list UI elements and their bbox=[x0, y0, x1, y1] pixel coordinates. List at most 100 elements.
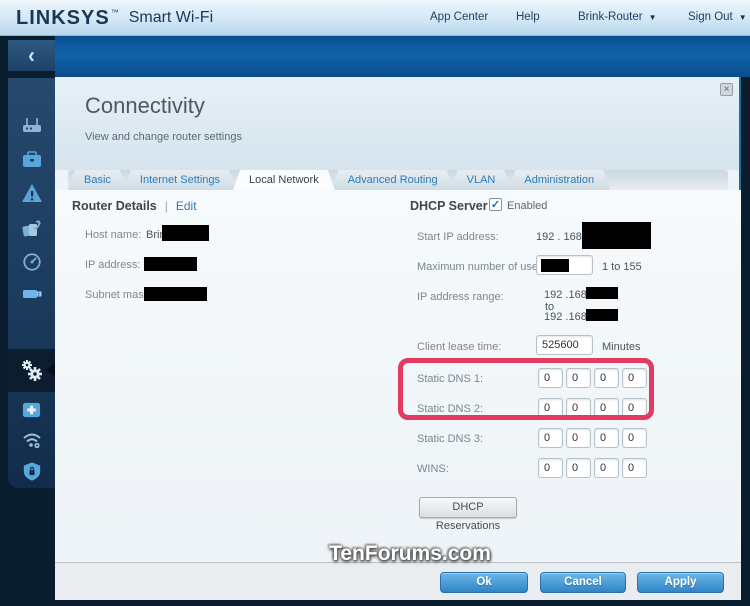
nav-sign-out[interactable]: Sign Out ▼ bbox=[688, 11, 747, 23]
static-dns-2-label: Static DNS 2: bbox=[417, 403, 484, 415]
selected-item-arrow bbox=[46, 363, 55, 377]
nav-router-menu[interactable]: Brink-Router ▼ bbox=[578, 11, 656, 23]
lease-time-label: Client lease time: bbox=[417, 341, 502, 353]
subnet-mask-label: Subnet mask: bbox=[85, 289, 153, 301]
static-dns-3-octet-2[interactable] bbox=[566, 428, 591, 448]
warning-triangle-icon bbox=[21, 184, 42, 202]
sidebar-panel bbox=[8, 78, 55, 488]
sidebar-item-network-map[interactable] bbox=[8, 110, 55, 140]
tab-vlan[interactable]: VLAN bbox=[451, 170, 512, 190]
apply-button[interactable]: Apply bbox=[637, 572, 724, 593]
briefcase-icon bbox=[22, 150, 41, 167]
ok-button[interactable]: Ok bbox=[440, 572, 528, 593]
static-dns-1-octet-3[interactable] bbox=[594, 368, 619, 388]
linksys-logo: LINKSYS ™ Smart Wi-Fi bbox=[16, 0, 213, 36]
ip-address-label: IP address: bbox=[85, 259, 141, 271]
tab-basic[interactable]: Basic bbox=[68, 170, 127, 190]
sidebar-item-troubleshooting[interactable] bbox=[8, 394, 55, 424]
router-details-heading: Router Details bbox=[72, 199, 157, 213]
static-dns-3-octet-3[interactable] bbox=[594, 428, 619, 448]
dialog-header: Connectivity View and change router sett… bbox=[55, 77, 739, 170]
dhcp-server-heading: DHCP Server bbox=[410, 199, 488, 213]
chevron-down-icon: ▼ bbox=[738, 13, 747, 22]
tab-internet-settings[interactable]: Internet Settings bbox=[124, 170, 236, 190]
static-dns-2-octet-4[interactable] bbox=[622, 398, 647, 418]
wins-octet-3[interactable] bbox=[594, 458, 619, 478]
nav-app-center[interactable]: App Center bbox=[430, 11, 488, 23]
wins-label: WINS: bbox=[417, 463, 449, 475]
wins-octet-2[interactable] bbox=[566, 458, 591, 478]
chevron-down-icon: ▼ bbox=[648, 13, 657, 22]
start-ip-prefix: 192 . 168 . bbox=[536, 231, 588, 243]
wins-octet-1[interactable] bbox=[538, 458, 563, 478]
static-dns-1-label: Static DNS 1: bbox=[417, 373, 484, 385]
checkmark-icon: ✓ bbox=[490, 199, 501, 211]
page-title: Connectivity bbox=[85, 93, 205, 118]
redacted-subnet-mask bbox=[144, 287, 207, 301]
tab-administration[interactable]: Administration bbox=[508, 170, 610, 190]
usb-storage-icon bbox=[22, 290, 41, 298]
product-name: Smart Wi-Fi bbox=[128, 9, 214, 26]
trademark-symbol: ™ bbox=[110, 7, 119, 17]
edit-link[interactable]: Edit bbox=[176, 199, 197, 213]
redacted-ip-range-end bbox=[586, 309, 618, 321]
cancel-button[interactable]: Cancel bbox=[540, 572, 626, 593]
back-chevron-icon: ‹ bbox=[28, 43, 35, 68]
close-icon[interactable]: × bbox=[720, 83, 733, 96]
static-dns-1-octet-4[interactable] bbox=[622, 368, 647, 388]
redacted-ip-address bbox=[144, 257, 197, 271]
lease-time-input[interactable] bbox=[536, 335, 593, 355]
lease-time-unit: Minutes bbox=[602, 341, 641, 353]
sidebar-back-button[interactable]: ‹ bbox=[8, 40, 55, 71]
dhcp-enabled-label: Enabled bbox=[507, 200, 548, 212]
dhcp-enabled-checkbox[interactable]: ✓ bbox=[489, 198, 502, 211]
redacted-start-ip bbox=[582, 222, 651, 249]
sidebar-item-external-storage[interactable] bbox=[8, 279, 55, 309]
nav-help[interactable]: Help bbox=[516, 11, 540, 23]
top-header-bar: LINKSYS ™ Smart Wi-Fi App Center Help Bri… bbox=[0, 0, 750, 36]
wins-octet-4[interactable] bbox=[622, 458, 647, 478]
host-name-label: Host name: bbox=[85, 229, 142, 241]
brand-name: LINKSYS bbox=[16, 6, 110, 29]
connectivity-dialog: Connectivity View and change router sett… bbox=[55, 77, 741, 600]
sidebar-item-security[interactable] bbox=[8, 456, 55, 486]
first-aid-icon bbox=[22, 402, 41, 417]
header-blue-band bbox=[55, 36, 750, 77]
sidebar-item-media-prioritization[interactable] bbox=[8, 213, 55, 243]
static-dns-2-octet-1[interactable] bbox=[538, 398, 563, 418]
router-icon bbox=[22, 118, 41, 132]
static-dns-2-octet-3[interactable] bbox=[594, 398, 619, 418]
ip-range-line1: 192 .168 bbox=[544, 289, 587, 301]
tab-strip: Basic Internet Settings Local Network Ad… bbox=[68, 170, 728, 190]
heading-separator: | bbox=[164, 199, 168, 213]
sidebar: ‹ bbox=[0, 36, 55, 606]
shield-lock-icon bbox=[23, 461, 40, 481]
start-ip-label: Start IP address: bbox=[417, 231, 499, 243]
dhcp-reservations-button[interactable]: DHCP Reservations bbox=[419, 497, 517, 532]
wifi-icon bbox=[22, 433, 41, 448]
redacted-host-name bbox=[162, 225, 209, 241]
static-dns-3-label: Static DNS 3: bbox=[417, 433, 484, 445]
tab-advanced-routing[interactable]: Advanced Routing bbox=[332, 170, 454, 190]
page-subtitle: View and change router settings bbox=[85, 131, 242, 143]
linksys-smart-wifi-app: LINKSYS ™ Smart Wi-Fi App Center Help Bri… bbox=[0, 0, 750, 606]
static-dns-1-octet-1[interactable] bbox=[538, 368, 563, 388]
redacted-max-users bbox=[541, 259, 569, 272]
ip-range-line2: 192 .168 bbox=[544, 311, 587, 323]
sidebar-item-speed-test[interactable] bbox=[8, 247, 55, 277]
static-dns-2-octet-2[interactable] bbox=[566, 398, 591, 418]
max-users-range: 1 to 155 bbox=[602, 261, 642, 273]
max-users-label: Maximum number of users: bbox=[417, 261, 551, 273]
static-dns-3-octet-1[interactable] bbox=[538, 428, 563, 448]
sidebar-item-guest-access[interactable] bbox=[8, 144, 55, 174]
sidebar-item-wireless[interactable] bbox=[8, 424, 55, 454]
dialog-footer: Ok Cancel Apply bbox=[55, 562, 741, 600]
ip-range-label: IP address range: bbox=[417, 291, 504, 303]
redacted-ip-range-start bbox=[586, 287, 618, 299]
tab-local-network[interactable]: Local Network bbox=[233, 170, 335, 190]
sidebar-item-parental-controls[interactable] bbox=[8, 178, 55, 208]
static-dns-1-octet-2[interactable] bbox=[566, 368, 591, 388]
router-details-heading-row: Router Details | Edit bbox=[72, 199, 197, 213]
speed-gauge-icon bbox=[22, 253, 41, 271]
static-dns-3-octet-4[interactable] bbox=[622, 428, 647, 448]
